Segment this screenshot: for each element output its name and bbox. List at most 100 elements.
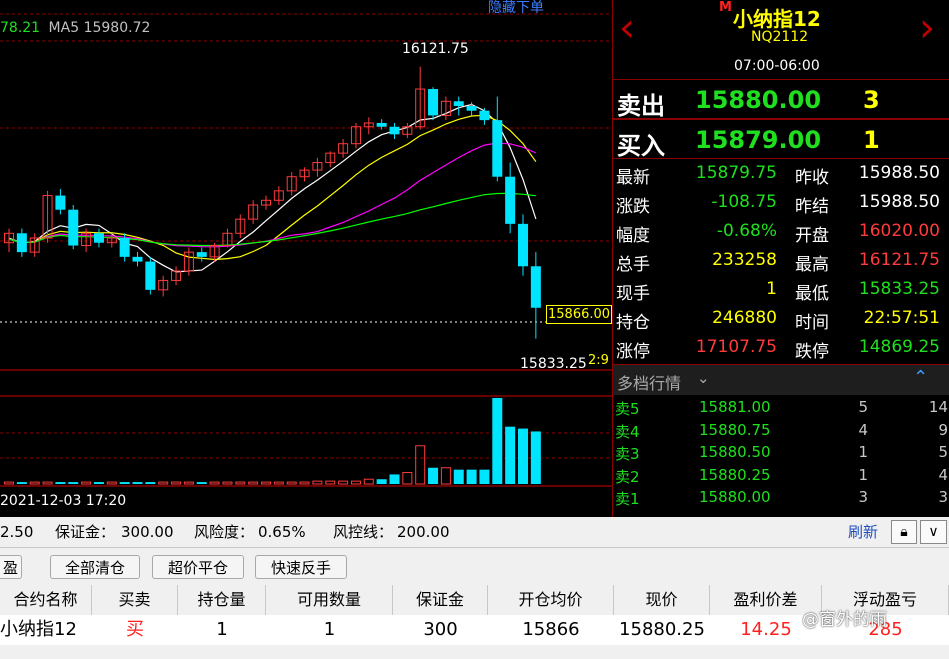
stat-value: 17107.75 [695,337,777,357]
stat-label: 涨停 [616,342,650,362]
ma-line [8,103,537,273]
depth-title: 多档行情 [617,374,682,393]
volume-bar [376,479,387,484]
next-contract-icon[interactable]: › [919,8,935,48]
collapse-chevron-up-icon[interactable]: ⌃ [913,367,928,388]
column-header-available-qty[interactable]: 可用数量 [266,585,393,615]
stat-label: 昨结 [795,197,829,217]
quote-stat-row: 最新 15879.75 昨收 15988.50 [613,160,949,189]
sell-quote-row[interactable]: 卖出 15880.00 3 [613,80,949,120]
volume-bar [158,481,169,485]
volume-bar [325,480,336,485]
high-price-label: 16121.75 [402,41,469,57]
depth-row[interactable]: 卖1 15880.00 3 3 [613,486,949,508]
depth-price: 15881.00 [699,398,771,416]
volume-bar [518,428,528,484]
volume-bar [428,467,439,484]
stat-value: 1 [766,279,777,299]
stat-value: 15988.50 [858,163,940,183]
quote-stat-row: 总手 233258 最高 16121.75 [613,247,949,276]
depth-row[interactable]: 卖3 15880.50 1 5 [613,441,949,463]
cell-position-qty: 1 [216,619,228,640]
refresh-link[interactable]: 刷新 [848,517,878,547]
candle-body [466,106,477,111]
sell-price: 15880.00 [695,86,822,114]
cell-contract-name: 小纳指12 [0,619,77,640]
stat-label: 总手 [616,255,650,275]
stat-label: 最低 [795,284,829,304]
exchange-mark: M [719,0,732,15]
quick-reverse-button[interactable]: 快速反手 [255,555,347,579]
ma5-label: MA5 [48,20,80,36]
depth-row[interactable]: 卖4 15880.75 4 9 [613,419,949,441]
depth-qty: 3 [858,488,868,506]
column-header-margin[interactable]: 保证金 [393,585,488,615]
hide-order-link[interactable]: 隐藏下单 [488,0,544,17]
stat-label: 最高 [795,255,829,275]
volume-bar [299,481,310,485]
column-header-open-avg-price[interactable]: 开仓均价 [488,585,614,615]
volume-bar [42,481,53,485]
divider [613,158,949,159]
column-header-side[interactable]: 买卖 [92,585,178,615]
candle-body [505,176,516,224]
volume-bar [183,481,194,485]
dropdown-chevron-icon[interactable]: ∨ [920,520,947,544]
stat-label: 持仓 [616,313,650,333]
depth-qty: 5 [858,398,868,416]
super-price-close-button[interactable]: 超价平仓 [152,555,244,579]
volume-bar [363,478,374,485]
buy-qty: 1 [863,126,880,154]
stat-value: 15833.25 [858,279,940,299]
volume-bar [286,481,297,485]
cell-current-price: 15880.25 [619,619,705,640]
depth-row[interactable]: 卖2 15880.25 1 4 [613,464,949,486]
volume-bar [196,482,207,484]
volume-bar [415,445,426,485]
stat-label: 现手 [616,284,650,304]
volume-bar [81,481,92,485]
volume-bar [132,482,143,484]
column-header-current-price[interactable]: 现价 [614,585,710,615]
depth-count: 3 [938,488,948,506]
sell-label: 卖出 [617,92,665,120]
candle-body [145,261,156,290]
candle-body [453,101,464,106]
volume-bar [350,480,361,485]
prev-contract-icon[interactable]: ‹ [619,8,635,48]
volume-bar [402,472,413,485]
volume-bar [492,398,503,484]
column-header-contract-name[interactable]: 合约名称 [0,585,92,615]
profit-tab[interactable]: 盈 [0,555,22,579]
sell-qty: 3 [863,86,880,114]
depth-qty: 1 [858,443,868,461]
kline-chart-panel[interactable]: 隐藏下单 78.21 MA5 15980.72 16121.75 15833.2… [0,0,613,517]
candle-body [492,120,503,177]
volume-bar [389,474,400,484]
margin-label: 保证金： [55,523,116,541]
stat-label: 跌停 [795,342,829,362]
column-header-position-qty[interactable]: 持仓量 [178,585,266,615]
stat-value: -0.68% [716,221,777,241]
kline-chart[interactable] [0,0,612,517]
ma-line [8,142,537,248]
close-all-button[interactable]: 全部清仓 [50,555,140,579]
double-chevron-down-icon[interactable]: ⌄ [697,369,710,387]
volume-bar [248,481,259,485]
ma5-value: 15980.72 [83,20,151,36]
lock-icon[interactable]: 🔒︎ [891,520,917,544]
stat-label: 开盘 [795,226,829,246]
contract-code: NQ2112 [751,29,809,45]
volume-bar [55,482,66,484]
buy-quote-row[interactable]: 买入 15879.00 1 [613,120,949,160]
depth-header[interactable]: 多档行情 ⌄ ⌃ [613,364,949,395]
control-value: 200.00 [397,523,450,541]
depth-row[interactable]: 卖5 15881.00 5 14 [613,396,949,418]
depth-label: 卖3 [615,445,640,463]
buy-price: 15879.00 [695,126,822,154]
depth-price: 15880.25 [699,465,771,484]
stat-label: 昨收 [795,168,829,188]
volume-bar [312,480,323,485]
depth-count: 4 [938,465,948,484]
ma-line [8,114,537,261]
